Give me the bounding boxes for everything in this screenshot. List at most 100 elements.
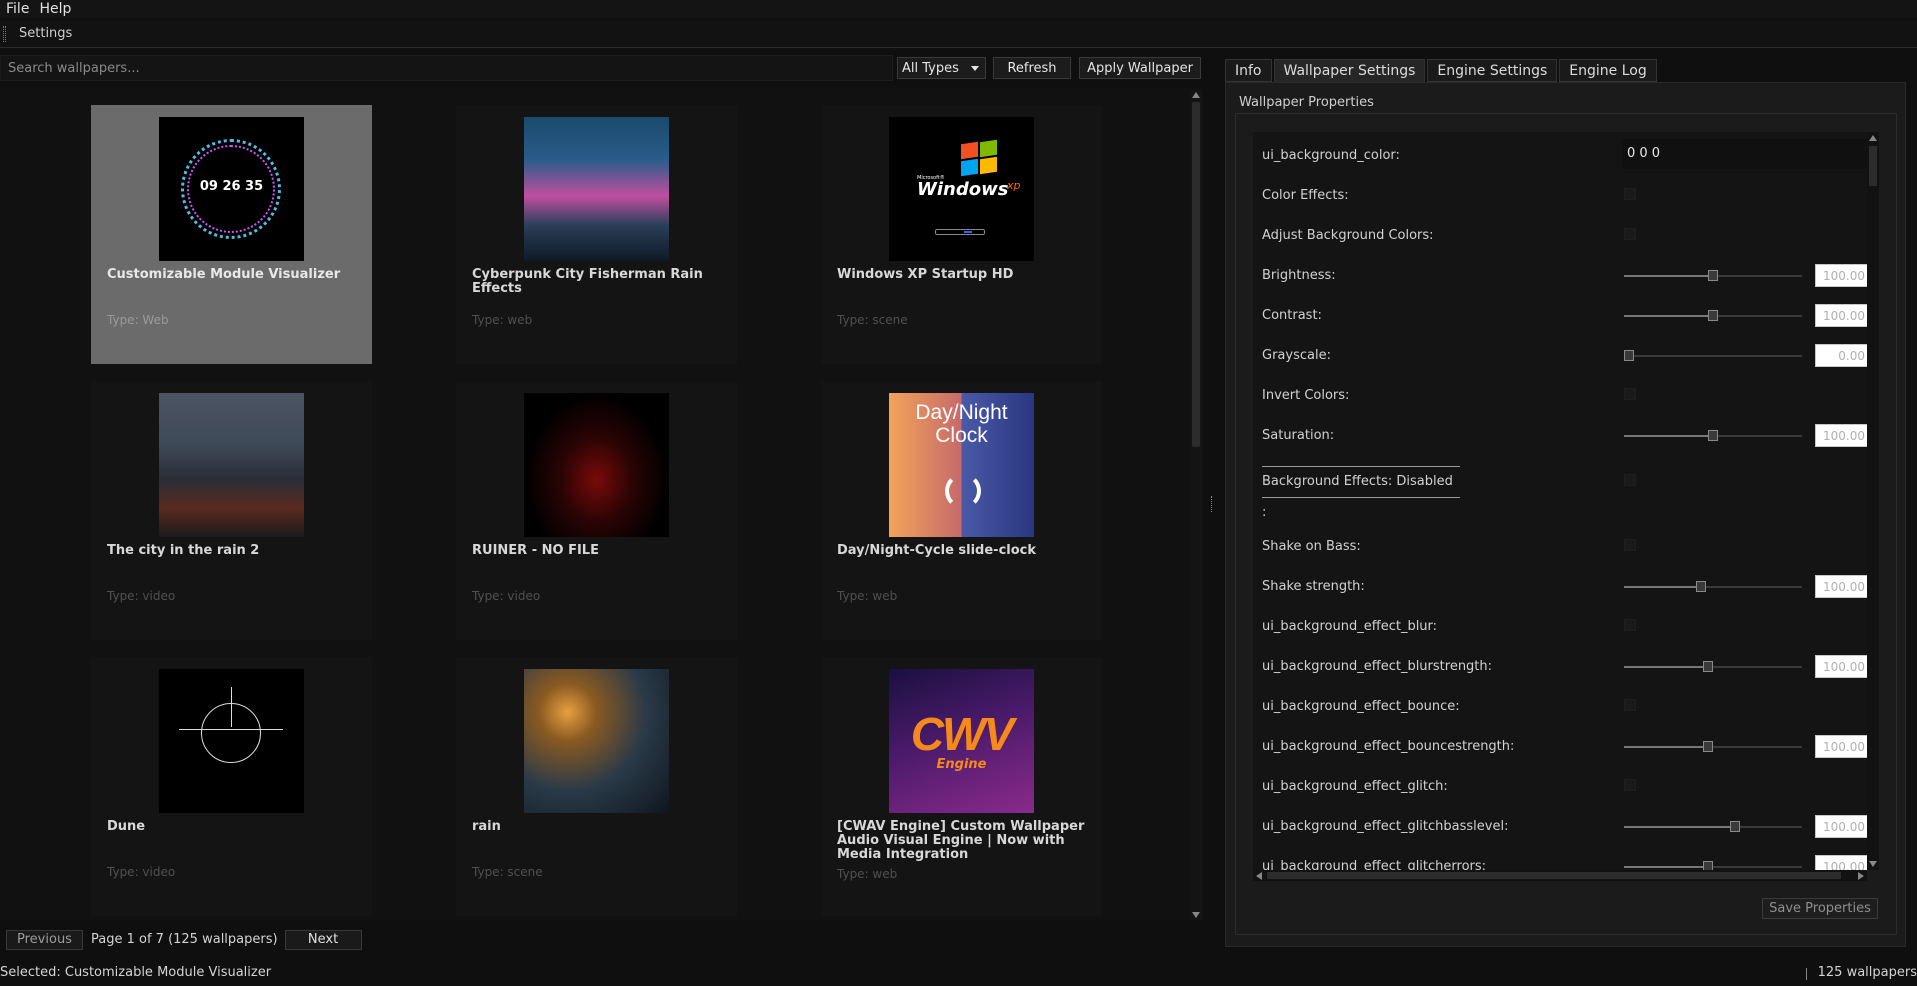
wallpaper-card[interactable]: 09 26 35 Customizable Module Visualizer … (91, 105, 372, 364)
properties-horizontal-scrollbar[interactable] (1253, 870, 1867, 881)
scroll-right-icon[interactable] (1858, 872, 1864, 880)
apply-wallpaper-button[interactable]: Apply Wallpaper (1079, 57, 1201, 79)
slider-handle[interactable] (1708, 430, 1718, 441)
scroll-left-icon[interactable] (1256, 872, 1262, 880)
scroll-down-icon[interactable] (1192, 912, 1200, 918)
wallpaper-thumbnail (524, 117, 669, 261)
invert-colors-checkbox[interactable] (1624, 388, 1636, 400)
bouncestrength-slider[interactable] (1624, 741, 1802, 752)
type-filter-select[interactable]: All Types (897, 57, 986, 79)
effect-blur-checkbox[interactable] (1624, 619, 1636, 631)
wallpaper-card[interactable]: rain Type: scene (456, 657, 737, 916)
slider-handle[interactable] (1708, 310, 1718, 321)
wallpaper-card[interactable]: Dune Type: video (91, 657, 372, 916)
wallpaper-type: Type: video (472, 589, 541, 603)
slider-handle[interactable] (1624, 350, 1634, 361)
brightness-slider[interactable] (1624, 270, 1802, 281)
save-properties-button[interactable]: Save Properties (1762, 898, 1878, 919)
color-value-field[interactable]: 0 0 0 (1622, 139, 1870, 169)
wallpaper-grid: 09 26 35 Customizable Module Visualizer … (0, 88, 1203, 920)
contrast-spinbox[interactable]: 100.00 (1815, 304, 1872, 327)
blurstrength-spinbox[interactable]: 100.00 (1815, 655, 1872, 678)
wallpaper-type: Type: web (472, 313, 533, 327)
menu-file[interactable]: File (0, 0, 35, 18)
panel-splitter-handle[interactable] (1211, 496, 1213, 512)
background-effects-checkbox[interactable] (1624, 474, 1636, 486)
slider-handle[interactable] (1730, 821, 1740, 832)
tab-wallpaper-settings[interactable]: Wallpaper Settings (1273, 59, 1426, 82)
bouncestrength-spinbox[interactable]: 100.00 (1815, 735, 1872, 758)
brightness-spinbox[interactable]: 100.00 (1815, 264, 1872, 287)
saturation-slider[interactable] (1624, 430, 1802, 441)
adjust-background-colors-checkbox[interactable] (1624, 228, 1636, 240)
property-row: Color Effects: (1262, 185, 1852, 205)
wallpaper-card[interactable]: Day/Night Clock Day/Night-Cycle slide-cl… (821, 381, 1102, 640)
color-effects-checkbox[interactable] (1624, 188, 1636, 200)
effect-bounce-checkbox[interactable] (1624, 699, 1636, 711)
tab-info[interactable]: Info (1225, 59, 1272, 82)
slider-handle[interactable] (1708, 270, 1718, 281)
drag-grip-icon[interactable] (3, 25, 6, 42)
scrollbar-thumb[interactable] (1192, 102, 1200, 447)
slider-handle[interactable] (1703, 741, 1713, 752)
next-page-button[interactable]: Next (284, 929, 362, 950)
search-input[interactable] (0, 55, 893, 81)
scrollbar-thumb[interactable] (1869, 146, 1877, 186)
blurstrength-slider[interactable] (1624, 661, 1802, 672)
previous-page-button[interactable]: Previous (6, 929, 83, 950)
slider-handle[interactable] (1696, 581, 1706, 592)
glitcherrors-slider[interactable] (1624, 861, 1802, 870)
property-row: Invert Colors: (1262, 385, 1852, 405)
scroll-up-icon[interactable] (1869, 135, 1877, 141)
scroll-down-icon[interactable] (1869, 861, 1877, 867)
status-bar: Selected: Customizable Module Visualizer… (0, 962, 1917, 986)
scrollbar-thumb[interactable] (1267, 872, 1841, 879)
property-label: Shake strength: (1262, 579, 1365, 594)
wallpaper-title: [CWAV Engine] Custom Wallpaper Audio Vis… (837, 819, 1085, 862)
wallpaper-title: Windows XP Startup HD (837, 267, 1014, 282)
property-label: Contrast: (1262, 308, 1322, 323)
menu-help[interactable]: Help (35, 0, 77, 18)
wallpaper-card[interactable]: Cyberpunk City Fisherman Rain Effects Ty… (456, 105, 737, 364)
shake-strength-spinbox[interactable]: 100.00 (1815, 575, 1872, 598)
scroll-up-icon[interactable] (1192, 92, 1200, 98)
property-row: ui_background_effect_blur: (1262, 616, 1852, 636)
glitchbasslevel-spinbox[interactable]: 100.00 (1815, 815, 1872, 838)
wallpaper-card[interactable]: CWV Engine [CWAV Engine] Custom Wallpape… (821, 657, 1102, 916)
section-divider (1262, 497, 1460, 498)
pagination: Previous Page 1 of 7 (125 wallpapers) Ne… (6, 929, 362, 950)
properties-group-title: Wallpaper Properties (1239, 95, 1374, 110)
slider-handle[interactable] (1703, 861, 1713, 870)
property-row: Brightness: 100.00 (1262, 264, 1872, 287)
effect-glitch-checkbox[interactable] (1624, 779, 1636, 791)
grayscale-slider[interactable] (1624, 350, 1802, 361)
wallpaper-title: Day/Night-Cycle slide-clock (837, 543, 1037, 558)
wallpaper-card[interactable]: The city in the rain 2 Type: video (91, 381, 372, 640)
property-label: ui_background_effect_glitch: (1262, 779, 1448, 794)
wallpaper-thumbnail: CWV Engine (889, 669, 1034, 813)
glitcherrors-spinbox[interactable]: 100.00 (1815, 855, 1872, 870)
property-row: ui_background_effect_bounce: (1262, 696, 1852, 716)
shake-strength-slider[interactable] (1624, 581, 1802, 592)
saturation-spinbox[interactable]: 100.00 (1815, 424, 1872, 447)
property-row: ui_background_color: 0 0 0 (1262, 139, 1870, 169)
properties-list: ui_background_color: 0 0 0 Color Effects… (1253, 132, 1879, 870)
wallpaper-card[interactable]: RUINER - NO FILE Type: video (456, 381, 737, 640)
property-label: ui_background_effect_blur: (1262, 619, 1438, 634)
wallpaper-title: rain (472, 819, 501, 834)
background-effects-suffix: : (1262, 505, 1267, 520)
tab-engine-settings[interactable]: Engine Settings (1427, 59, 1558, 82)
property-row: Shake strength: 100.00 (1262, 575, 1872, 598)
tab-engine-log[interactable]: Engine Log (1559, 59, 1657, 82)
glitchbasslevel-slider[interactable] (1624, 821, 1802, 832)
slider-handle[interactable] (1703, 661, 1713, 672)
wallpaper-card[interactable]: Microsoft® Windows xp Windows XP Startup… (821, 105, 1102, 364)
grayscale-spinbox[interactable]: 0.00 (1815, 344, 1872, 367)
wallpaper-thumbnail: 09 26 35 (159, 117, 304, 261)
properties-scrollbar[interactable] (1867, 132, 1879, 870)
contrast-slider[interactable] (1624, 310, 1802, 321)
grid-scrollbar[interactable] (1190, 90, 1202, 920)
property-label: ui_background_effect_glitcherrors: (1262, 859, 1487, 870)
shake-on-bass-checkbox[interactable] (1624, 539, 1636, 551)
refresh-button[interactable]: Refresh (993, 57, 1071, 79)
